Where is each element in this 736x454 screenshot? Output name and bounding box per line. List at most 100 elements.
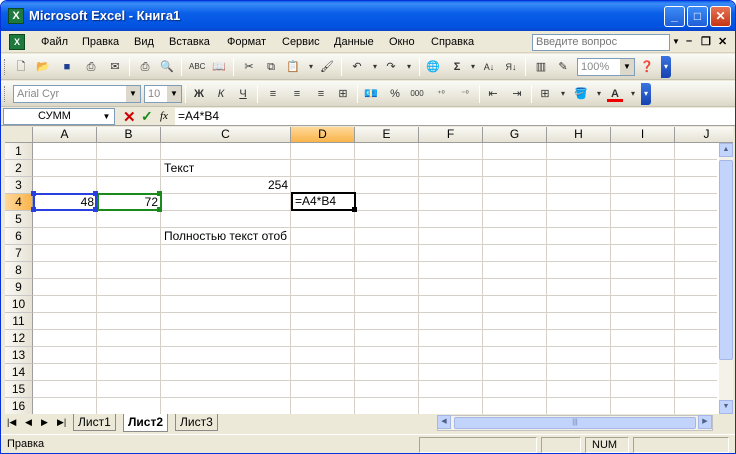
autosum-icon[interactable]: Σ — [449, 59, 465, 75]
currency-icon[interactable]: 💶 — [363, 86, 379, 102]
increase-indent-icon[interactable]: ⇥ — [509, 86, 525, 102]
column-header-j[interactable]: J — [675, 127, 733, 143]
sheet-tab-2[interactable]: Лист2 — [123, 414, 169, 432]
column-header-f[interactable]: F — [419, 127, 483, 143]
cell-c3[interactable]: 254 — [161, 177, 291, 194]
row-header-12[interactable]: 12 — [5, 330, 33, 347]
menu-file[interactable]: Файл — [41, 36, 68, 48]
enter-icon[interactable]: ✓ — [141, 108, 153, 125]
zoom-select[interactable]: 100% ▼ — [577, 58, 635, 76]
doc-close-icon[interactable]: ✕ — [718, 35, 727, 48]
menu-window[interactable]: Окно — [389, 36, 415, 48]
selection-handle[interactable] — [157, 191, 162, 196]
open-icon[interactable]: 📂 — [35, 59, 51, 75]
menu-edit[interactable]: Правка — [82, 36, 119, 48]
drawing-icon[interactable]: ✎ — [555, 59, 571, 75]
redo-icon[interactable]: ↷ — [383, 59, 399, 75]
paste-icon[interactable]: 📋 — [285, 59, 301, 75]
paste-dropdown-icon[interactable]: ▾ — [303, 59, 319, 75]
ask-question-input[interactable]: Введите вопрос — [532, 34, 670, 51]
thousands-button[interactable]: 000 — [409, 86, 425, 102]
format-painter-icon[interactable]: 🖌 — [319, 59, 335, 75]
italic-button[interactable]: К — [213, 86, 229, 102]
new-icon[interactable]: 🗋 — [13, 59, 29, 75]
increase-decimal-icon[interactable]: ⁺⁰ — [433, 86, 449, 102]
cancel-icon[interactable]: ✕ — [123, 108, 136, 126]
scroll-left-icon[interactable]: ◀ — [437, 415, 451, 429]
formula-input[interactable]: =A4*B4 — [175, 108, 735, 125]
insert-function-icon[interactable]: fx — [160, 110, 168, 122]
menu-data[interactable]: Данные — [334, 36, 374, 48]
selection-handle[interactable] — [93, 191, 98, 196]
selection-handle[interactable] — [352, 207, 357, 212]
column-header-g[interactable]: G — [483, 127, 547, 143]
redo-dropdown-icon[interactable]: ▾ — [401, 59, 417, 75]
copy-icon[interactable]: ⧉ — [263, 59, 279, 75]
name-box[interactable]: СУММ ▼ — [3, 108, 115, 125]
row-header-14[interactable]: 14 — [5, 364, 33, 381]
toolbar-grip[interactable] — [4, 59, 7, 75]
doc-restore-icon[interactable]: ❐ — [701, 35, 711, 48]
print-preview-icon[interactable]: 🔍 — [159, 59, 175, 75]
row-header-3[interactable]: 3 — [5, 177, 33, 194]
font-color-icon[interactable]: A — [607, 86, 623, 102]
borders-icon[interactable]: ⊞ — [537, 86, 553, 102]
selection-handle[interactable] — [31, 207, 36, 212]
toolbar-options-icon[interactable]: ▾ — [641, 83, 651, 105]
row-header-7[interactable]: 7 — [5, 245, 33, 262]
row-header-9[interactable]: 9 — [5, 279, 33, 296]
bold-button[interactable]: Ж — [191, 86, 207, 102]
spelling-icon[interactable]: ABC — [189, 59, 205, 75]
chart-wizard-icon[interactable]: ▥ — [533, 59, 549, 75]
undo-dropdown-icon[interactable]: ▾ — [367, 59, 383, 75]
scroll-right-icon[interactable]: ▶ — [698, 415, 712, 429]
selection-handle[interactable] — [31, 191, 36, 196]
column-header-e[interactable]: E — [355, 127, 419, 143]
row-header-8[interactable]: 8 — [5, 262, 33, 279]
toolbar-options-icon[interactable]: ▾ — [661, 56, 671, 78]
save-icon[interactable]: ■ — [59, 59, 75, 75]
scroll-down-icon[interactable]: ▼ — [719, 400, 733, 414]
sort-descending-icon[interactable]: Я↓ — [503, 59, 519, 75]
borders-dropdown-icon[interactable]: ▾ — [555, 86, 571, 102]
font-color-dropdown-icon[interactable]: ▾ — [625, 86, 641, 102]
horizontal-scrollbar[interactable]: ◀ ||| ▶ — [437, 415, 713, 431]
maximize-button[interactable]: □ — [687, 6, 708, 27]
row-header-5[interactable]: 5 — [5, 211, 33, 228]
selection-handle[interactable] — [157, 207, 162, 212]
active-cell-d4[interactable]: =A4*B4 — [291, 192, 356, 211]
cut-icon[interactable]: ✂ — [241, 59, 257, 75]
menu-help[interactable]: Справка — [431, 36, 474, 48]
autosum-dropdown-icon[interactable]: ▾ — [465, 59, 481, 75]
merge-center-icon[interactable]: ⊞ — [335, 86, 351, 102]
horizontal-scroll-thumb[interactable]: ||| — [454, 417, 696, 429]
decrease-indent-icon[interactable]: ⇤ — [485, 86, 501, 102]
row-header-2[interactable]: 2 — [5, 160, 33, 177]
menu-view[interactable]: Вид — [134, 36, 154, 48]
fill-dropdown-icon[interactable]: ▾ — [591, 86, 607, 102]
vertical-scroll-thumb[interactable] — [719, 160, 733, 360]
last-sheet-icon[interactable]: ▶| — [57, 417, 66, 428]
permission-icon[interactable]: ⎙ — [83, 59, 99, 75]
toolbar-grip[interactable] — [4, 86, 7, 102]
row-header-6[interactable]: 6 — [5, 228, 33, 245]
select-all-button[interactable] — [5, 127, 33, 143]
hyperlink-icon[interactable]: 🌐 — [425, 59, 441, 75]
menu-format[interactable]: Формат — [227, 36, 266, 48]
underline-button[interactable]: Ч — [235, 86, 251, 102]
workbook-icon[interactable]: X — [9, 34, 25, 50]
column-header-i[interactable]: I — [611, 127, 675, 143]
sort-ascending-icon[interactable]: A↓ — [481, 59, 497, 75]
fill-color-icon[interactable]: 🪣 — [573, 86, 589, 102]
row-header-1[interactable]: 1 — [5, 143, 33, 160]
title-bar[interactable]: X Microsoft Excel - Книга1 _ □ ✕ — [1, 1, 735, 31]
align-left-icon[interactable]: ≡ — [265, 86, 281, 102]
print-icon[interactable]: ⎙ — [137, 59, 153, 75]
cell-c2[interactable]: Текст — [161, 160, 291, 177]
percent-button[interactable]: % — [387, 86, 403, 102]
doc-minimize-icon[interactable]: – — [686, 35, 692, 47]
help-icon[interactable]: ❓ — [639, 59, 655, 75]
column-header-d[interactable]: D — [291, 127, 355, 143]
column-header-h[interactable]: H — [547, 127, 611, 143]
vertical-scrollbar[interactable]: ▲ ▼ — [719, 143, 733, 414]
